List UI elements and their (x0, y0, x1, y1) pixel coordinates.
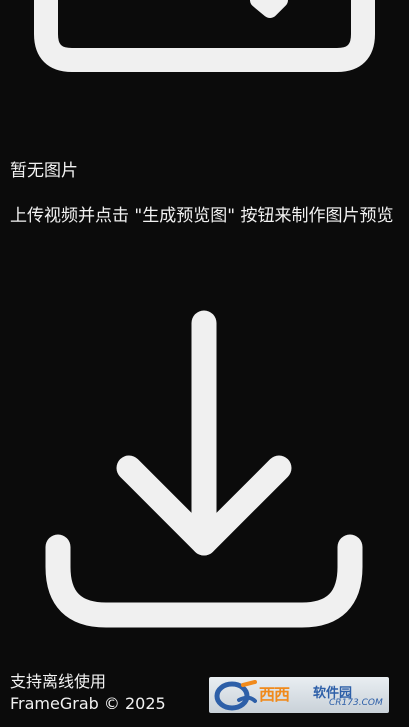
watermark-domain: CR173.COM (329, 698, 383, 708)
footer: 支持离线使用 FrameGrab © 2025 (10, 671, 166, 715)
offline-support-text: 支持离线使用 (10, 672, 107, 691)
empty-state-title: 暂无图片 (10, 161, 78, 181)
watermark-swoosh-icon (214, 680, 257, 711)
download-icon (45, 310, 363, 628)
watermark-logo: 西西 软件园 CR173.COM (209, 677, 389, 713)
copyright-text: FrameGrab © 2025 (10, 694, 166, 713)
image-placeholder-icon (34, 0, 375, 72)
empty-state-hint: 上传视频并点击 "生成预览图" 按钮来制作图片预览 (10, 206, 394, 226)
watermark-brand: 西西 (259, 685, 290, 704)
